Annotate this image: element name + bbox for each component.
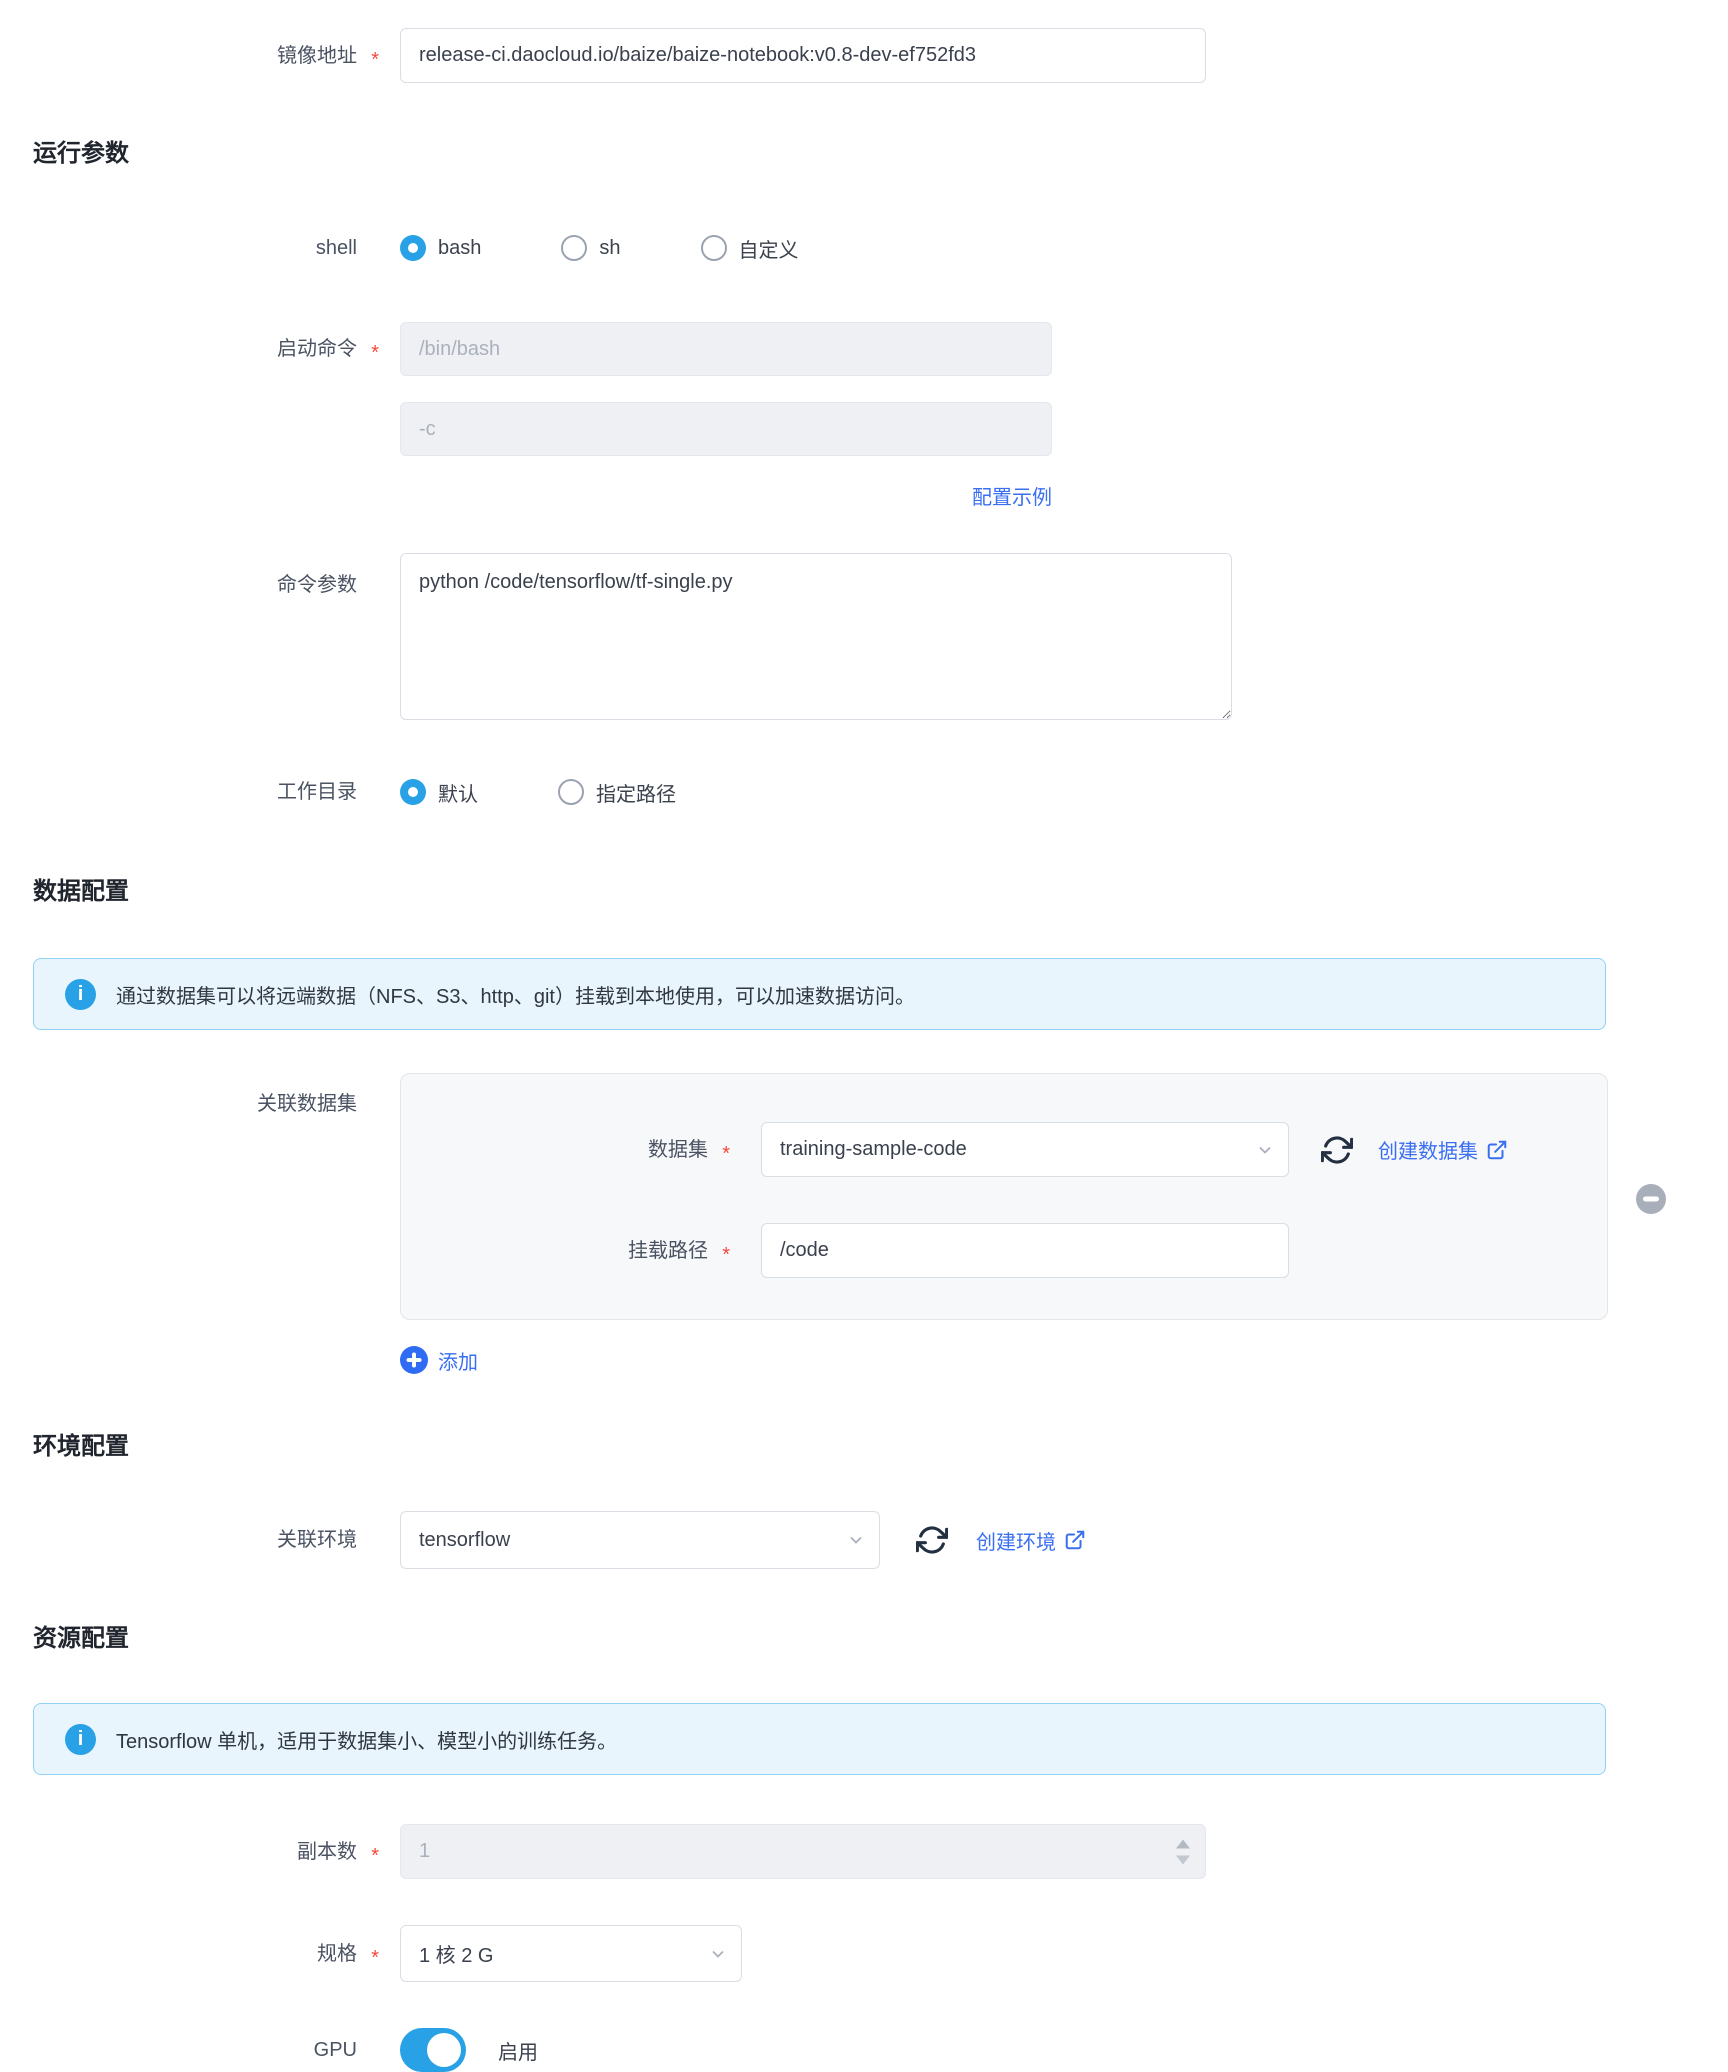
dataset-row: 数据集 * training-sample-code	[401, 1122, 1607, 1177]
stepper-up-icon[interactable]	[1176, 1839, 1190, 1848]
radio-selected-icon[interactable]	[400, 779, 426, 805]
required-mark: *	[371, 1944, 379, 1972]
plus-icon[interactable]	[400, 1346, 428, 1374]
shell-option-bash[interactable]: bash	[400, 235, 481, 261]
dataset-label: 数据集 *	[401, 1136, 708, 1164]
shell-row: shell bash sh 自定义	[0, 221, 1728, 275]
workdir-label: 工作目录	[0, 778, 357, 806]
chevron-down-icon	[847, 1531, 865, 1549]
job-create-form: 镜像地址 * 运行参数 shell bash sh 自定义	[0, 0, 1728, 2072]
image-address-row: 镜像地址 *	[0, 28, 1728, 83]
info-icon: i	[65, 1724, 96, 1755]
spec-row: 规格 * 1 核 2 G	[0, 1925, 1728, 1982]
spec-label: 规格 *	[0, 1940, 357, 1968]
external-link-icon	[1486, 1139, 1508, 1161]
data-config-alert-text: 通过数据集可以将远端数据（NFS、S3、http、git）挂载到本地使用，可以加…	[116, 980, 915, 1009]
image-address-input[interactable]	[400, 28, 1206, 83]
command-args-label: 命令参数	[0, 553, 357, 599]
workdir-option-default[interactable]: 默认	[400, 778, 478, 807]
dataset-select[interactable]: training-sample-code	[761, 1122, 1289, 1177]
create-env-link[interactable]: 创建环境	[976, 1526, 1086, 1555]
shell-label: shell	[0, 234, 357, 262]
mount-path-input[interactable]	[761, 1223, 1289, 1278]
required-mark: *	[371, 339, 379, 367]
replicas-input[interactable]	[400, 1824, 1206, 1879]
create-dataset-link[interactable]: 创建数据集	[1378, 1135, 1508, 1164]
dataset-group-row: 关联数据集 数据集 * training-sample-code	[0, 1073, 1728, 1320]
config-example-link[interactable]: 配置示例	[972, 481, 1052, 510]
gpu-toggle[interactable]	[400, 2028, 466, 2072]
start-command-label: 启动命令 *	[0, 335, 357, 363]
required-mark: *	[722, 1241, 730, 1269]
config-example-row: 配置示例	[0, 480, 1728, 510]
dataset-group-label: 关联数据集	[0, 1073, 357, 1118]
required-mark: *	[371, 46, 379, 74]
spec-select[interactable]: 1 核 2 G	[400, 1925, 742, 1982]
replicas-row: 副本数 *	[0, 1824, 1728, 1879]
env-label: 关联环境	[0, 1526, 357, 1554]
workdir-option-path[interactable]: 指定路径	[558, 778, 676, 807]
remove-dataset-button[interactable]	[1636, 1184, 1666, 1214]
chevron-down-icon	[1256, 1141, 1274, 1159]
image-address-label: 镜像地址 *	[0, 42, 357, 70]
command-args-row: 命令参数 python /code/tensorflow/tf-single.p…	[0, 553, 1728, 720]
stepper-down-icon[interactable]	[1176, 1855, 1190, 1864]
section-title-env-config: 环境配置	[33, 1426, 129, 1461]
required-mark: *	[371, 1842, 379, 1870]
mount-path-label: 挂载路径 *	[401, 1237, 708, 1265]
radio-unselected-icon[interactable]	[558, 779, 584, 805]
start-command-arg-row	[0, 402, 1728, 456]
radio-selected-icon[interactable]	[400, 235, 426, 261]
radio-unselected-icon[interactable]	[701, 235, 727, 261]
section-title-resource-config: 资源配置	[33, 1618, 129, 1653]
start-command-row: 启动命令 *	[0, 322, 1728, 376]
gpu-row: GPU 启用	[0, 2028, 1728, 2072]
resource-config-alert-text: Tensorflow 单机，适用于数据集小、模型小的训练任务。	[116, 1725, 617, 1754]
shell-option-sh[interactable]: sh	[561, 235, 620, 261]
refresh-icon[interactable]	[1321, 1134, 1353, 1166]
section-title-run-params: 运行参数	[33, 133, 129, 168]
workdir-row: 工作目录 默认 指定路径	[0, 765, 1728, 819]
info-icon: i	[65, 979, 96, 1010]
gpu-label: GPU	[0, 2036, 357, 2064]
number-stepper[interactable]	[1176, 1839, 1190, 1864]
resource-config-alert: i Tensorflow 单机，适用于数据集小、模型小的训练任务。	[33, 1703, 1606, 1775]
external-link-icon	[1064, 1529, 1086, 1551]
start-command-input[interactable]	[400, 322, 1052, 376]
env-row: 关联环境 tensorflow 创建环境	[0, 1511, 1728, 1569]
env-select[interactable]: tensorflow	[400, 1511, 880, 1569]
refresh-icon[interactable]	[916, 1524, 948, 1556]
start-command-arg-input[interactable]	[400, 402, 1052, 456]
required-mark: *	[722, 1140, 730, 1168]
dataset-panel: 数据集 * training-sample-code	[400, 1073, 1608, 1320]
add-dataset-row: 添加	[0, 1345, 1728, 1375]
gpu-toggle-label: 启用	[498, 2036, 538, 2065]
toggle-knob[interactable]	[427, 2033, 461, 2067]
add-dataset-link[interactable]: 添加	[400, 1346, 478, 1375]
shell-option-custom[interactable]: 自定义	[701, 234, 799, 263]
chevron-down-icon	[709, 1945, 727, 1963]
replicas-label: 副本数 *	[0, 1838, 357, 1866]
section-title-data-config: 数据配置	[33, 871, 129, 906]
command-args-textarea[interactable]: python /code/tensorflow/tf-single.py	[400, 553, 1232, 720]
radio-unselected-icon[interactable]	[561, 235, 587, 261]
data-config-alert: i 通过数据集可以将远端数据（NFS、S3、http、git）挂载到本地使用，可…	[33, 958, 1606, 1030]
mount-path-row: 挂载路径 *	[401, 1223, 1607, 1278]
